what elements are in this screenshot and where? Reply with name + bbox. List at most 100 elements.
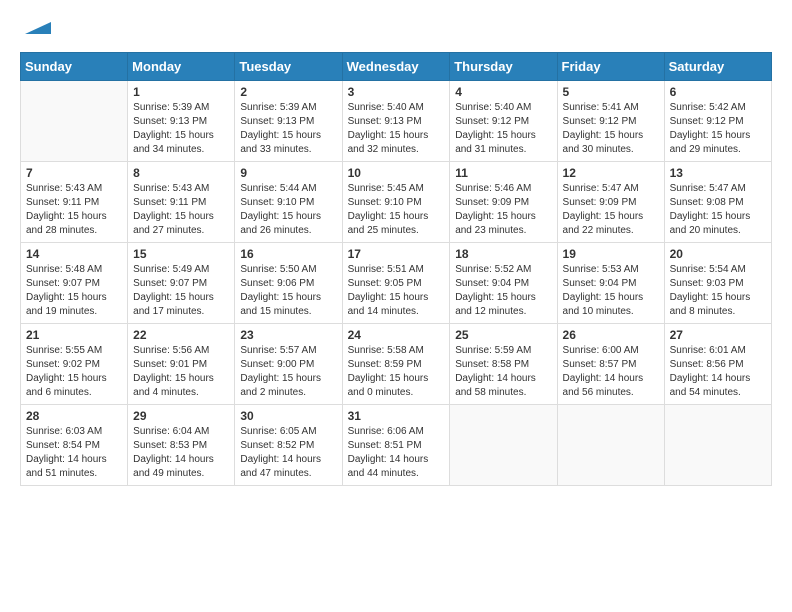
calendar-header-row: SundayMondayTuesdayWednesdayThursdayFrid… [21, 53, 772, 81]
column-header-friday: Friday [557, 53, 664, 81]
column-header-wednesday: Wednesday [342, 53, 450, 81]
calendar-cell: 16Sunrise: 5:50 AM Sunset: 9:06 PM Dayli… [235, 243, 342, 324]
day-number: 27 [670, 328, 766, 342]
day-info: Sunrise: 5:43 AM Sunset: 9:11 PM Dayligh… [26, 182, 122, 238]
calendar-cell [664, 405, 771, 486]
calendar-cell: 20 Sunrise: 5:54 AM Sunset: 9:03 PM Dayli… [664, 243, 771, 324]
column-header-tuesday: Tuesday [235, 53, 342, 81]
day-info: Sunrise: 5:58 AM Sunset: 8:59 PM Dayligh… [348, 344, 445, 400]
day-info: Sunrise: 5:47 AM Sunset: 9:08 PM Dayligh… [670, 182, 766, 238]
day-number: 23 [240, 328, 336, 342]
day-number: 24 [348, 328, 445, 342]
day-number: 11 [455, 166, 551, 180]
page-header [20, 20, 772, 42]
calendar-cell: 11 Sunrise: 5:46 AM Sunset: 9:09 PM Dayli… [450, 162, 557, 243]
day-info: Sunrise: 5:39 AM Sunset: 9:13 PM Dayligh… [240, 101, 336, 157]
calendar-cell: 4 Sunrise: 5:40 AM Sunset: 9:12 PM Daylig… [450, 81, 557, 162]
calendar-table: SundayMondayTuesdayWednesdayThursdayFrid… [20, 52, 772, 486]
day-number: 16 [240, 247, 336, 261]
day-number: 9 [240, 166, 336, 180]
calendar-cell: 10Sunrise: 5:45 AM Sunset: 9:10 PM Dayli… [342, 162, 450, 243]
day-info: Sunrise: 6:01 AM Sunset: 8:56 PM Dayligh… [670, 344, 766, 400]
calendar-week-3: 14 Sunrise: 5:48 AM Sunset: 9:07 PM Dayli… [21, 243, 772, 324]
day-info: Sunrise: 5:55 AM Sunset: 9:02 PM Dayligh… [26, 344, 122, 400]
day-info: Sunrise: 5:59 AM Sunset: 8:58 PM Dayligh… [455, 344, 551, 400]
calendar-week-4: 21 Sunrise: 5:55 AM Sunset: 9:02 PM Dayli… [21, 324, 772, 405]
day-info: Sunrise: 5:44 AM Sunset: 9:10 PM Dayligh… [240, 182, 336, 238]
calendar-cell: 7 Sunrise: 5:43 AM Sunset: 9:11 PM Daylig… [21, 162, 128, 243]
day-info: Sunrise: 5:43 AM Sunset: 9:11 PM Dayligh… [133, 182, 229, 238]
day-number: 21 [26, 328, 122, 342]
day-info: Sunrise: 5:49 AM Sunset: 9:07 PM Dayligh… [133, 263, 229, 319]
calendar-cell: 26 Sunrise: 6:00 AM Sunset: 8:57 PM Dayli… [557, 324, 664, 405]
day-number: 26 [563, 328, 659, 342]
calendar-cell: 22 Sunrise: 5:56 AM Sunset: 9:01 PM Dayli… [128, 324, 235, 405]
day-number: 20 [670, 247, 766, 261]
day-number: 13 [670, 166, 766, 180]
day-info: Sunrise: 5:47 AM Sunset: 9:09 PM Dayligh… [563, 182, 659, 238]
day-info: Sunrise: 5:48 AM Sunset: 9:07 PM Dayligh… [26, 263, 122, 319]
day-info: Sunrise: 6:00 AM Sunset: 8:57 PM Dayligh… [563, 344, 659, 400]
day-number: 7 [26, 166, 122, 180]
day-number: 29 [133, 409, 229, 423]
calendar-cell: 23Sunrise: 5:57 AM Sunset: 9:00 PM Dayli… [235, 324, 342, 405]
calendar-cell: 31 Sunrise: 6:06 AM Sunset: 8:51 PM Dayli… [342, 405, 450, 486]
day-number: 22 [133, 328, 229, 342]
day-info: Sunrise: 5:46 AM Sunset: 9:09 PM Dayligh… [455, 182, 551, 238]
calendar-cell: 27 Sunrise: 6:01 AM Sunset: 8:56 PM Dayli… [664, 324, 771, 405]
day-number: 25 [455, 328, 551, 342]
calendar-cell: 28Sunrise: 6:03 AM Sunset: 8:54 PM Dayli… [21, 405, 128, 486]
day-number: 12 [563, 166, 659, 180]
calendar-cell: 29 Sunrise: 6:04 AM Sunset: 8:53 PM Dayli… [128, 405, 235, 486]
column-header-thursday: Thursday [450, 53, 557, 81]
calendar-week-5: 28Sunrise: 6:03 AM Sunset: 8:54 PM Dayli… [21, 405, 772, 486]
day-number: 4 [455, 85, 551, 99]
day-info: Sunrise: 5:39 AM Sunset: 9:13 PM Dayligh… [133, 101, 229, 157]
day-number: 31 [348, 409, 445, 423]
calendar-cell: 3Sunrise: 5:40 AM Sunset: 9:13 PM Daylig… [342, 81, 450, 162]
day-number: 5 [563, 85, 659, 99]
column-header-saturday: Saturday [664, 53, 771, 81]
calendar-cell [450, 405, 557, 486]
day-number: 17 [348, 247, 445, 261]
calendar-cell: 30 Sunrise: 6:05 AM Sunset: 8:52 PM Dayli… [235, 405, 342, 486]
day-number: 6 [670, 85, 766, 99]
logo-icon [23, 12, 53, 42]
day-number: 8 [133, 166, 229, 180]
day-number: 30 [240, 409, 336, 423]
day-number: 2 [240, 85, 336, 99]
calendar-cell: 21 Sunrise: 5:55 AM Sunset: 9:02 PM Dayli… [21, 324, 128, 405]
calendar-cell: 5 Sunrise: 5:41 AM Sunset: 9:12 PM Daylig… [557, 81, 664, 162]
day-info: Sunrise: 6:04 AM Sunset: 8:53 PM Dayligh… [133, 425, 229, 481]
day-number: 19 [563, 247, 659, 261]
day-info: Sunrise: 5:52 AM Sunset: 9:04 PM Dayligh… [455, 263, 551, 319]
day-info: Sunrise: 5:56 AM Sunset: 9:01 PM Dayligh… [133, 344, 229, 400]
calendar-cell: 14 Sunrise: 5:48 AM Sunset: 9:07 PM Dayli… [21, 243, 128, 324]
calendar-cell: 12 Sunrise: 5:47 AM Sunset: 9:09 PM Dayli… [557, 162, 664, 243]
calendar-week-1: 1 Sunrise: 5:39 AM Sunset: 9:13 PM Daylig… [21, 81, 772, 162]
day-number: 1 [133, 85, 229, 99]
calendar-cell: 8 Sunrise: 5:43 AM Sunset: 9:11 PM Daylig… [128, 162, 235, 243]
calendar-cell: 9 Sunrise: 5:44 AM Sunset: 9:10 PM Daylig… [235, 162, 342, 243]
day-number: 15 [133, 247, 229, 261]
calendar-cell: 6Sunrise: 5:42 AM Sunset: 9:12 PM Daylig… [664, 81, 771, 162]
calendar-cell: 1 Sunrise: 5:39 AM Sunset: 9:13 PM Daylig… [128, 81, 235, 162]
day-info: Sunrise: 5:40 AM Sunset: 9:12 PM Dayligh… [455, 101, 551, 157]
calendar-cell: 13 Sunrise: 5:47 AM Sunset: 9:08 PM Dayli… [664, 162, 771, 243]
logo [20, 20, 53, 42]
calendar-week-2: 7 Sunrise: 5:43 AM Sunset: 9:11 PM Daylig… [21, 162, 772, 243]
day-info: Sunrise: 5:54 AM Sunset: 9:03 PM Dayligh… [670, 263, 766, 319]
calendar-cell: 19Sunrise: 5:53 AM Sunset: 9:04 PM Dayli… [557, 243, 664, 324]
day-number: 10 [348, 166, 445, 180]
day-info: Sunrise: 5:40 AM Sunset: 9:13 PM Dayligh… [348, 101, 445, 157]
calendar-cell: 17 Sunrise: 5:51 AM Sunset: 9:05 PM Dayli… [342, 243, 450, 324]
day-info: Sunrise: 5:41 AM Sunset: 9:12 PM Dayligh… [563, 101, 659, 157]
day-info: Sunrise: 5:51 AM Sunset: 9:05 PM Dayligh… [348, 263, 445, 319]
day-info: Sunrise: 6:06 AM Sunset: 8:51 PM Dayligh… [348, 425, 445, 481]
calendar-cell: 15 Sunrise: 5:49 AM Sunset: 9:07 PM Dayli… [128, 243, 235, 324]
day-number: 28 [26, 409, 122, 423]
column-header-sunday: Sunday [21, 53, 128, 81]
day-info: Sunrise: 6:05 AM Sunset: 8:52 PM Dayligh… [240, 425, 336, 481]
day-number: 14 [26, 247, 122, 261]
calendar-cell: 25 Sunrise: 5:59 AM Sunset: 8:58 PM Dayli… [450, 324, 557, 405]
